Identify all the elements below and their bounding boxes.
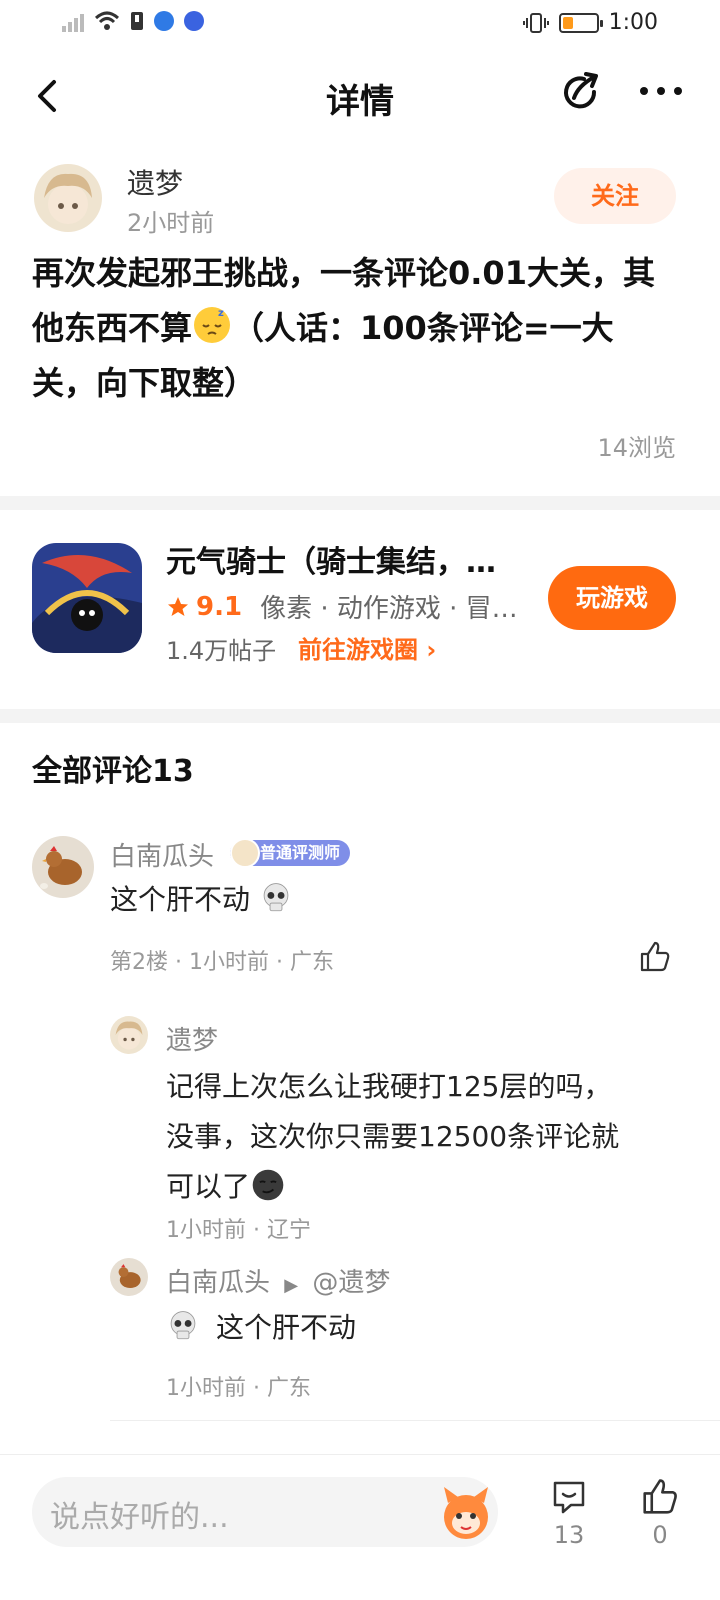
author-name[interactable]: 遗梦 <box>127 162 183 202</box>
page-title: 详情 <box>326 82 394 122</box>
reply-text: 记得上次怎么让我硬打125层的吗， 没事，这次你只需要12500条评论就 可以了 <box>166 1062 619 1212</box>
follow-button[interactable]: 关注 <box>554 168 676 224</box>
like-count: 0 <box>652 1521 668 1549</box>
reply-text-line: 没事，这次你只需要12500条评论就 <box>166 1120 620 1153</box>
browser-app-icon <box>154 11 174 31</box>
post-content: 再次发起邪王挑战，一条评论0.01大关，其他东西不算 z （人话：100条评论=… <box>32 246 672 411</box>
more-options-icon[interactable] <box>636 76 686 106</box>
reply-arrow-icon: ▶ <box>284 1275 299 1296</box>
goto-game-circle-link[interactable]: 前往游戏圈 › <box>298 630 436 665</box>
sim-icon <box>131 12 143 30</box>
music-app-icon <box>184 11 204 31</box>
comment-count: 13 <box>553 1521 585 1549</box>
like-icon[interactable] <box>638 940 672 974</box>
game-rating: 9.1 <box>196 591 243 622</box>
commenter-avatar[interactable] <box>32 836 94 898</box>
play-game-button[interactable]: 玩游戏 <box>548 566 676 630</box>
reply-meta: 1小时前 · 广东 <box>166 1376 311 1401</box>
comment-icon[interactable] <box>549 1477 589 1517</box>
badge-avatar-icon <box>230 838 260 868</box>
game-post-count: 1.4万帖子 <box>166 637 277 665</box>
game-tags: 像素 · 动作游戏 · 冒… <box>260 594 518 624</box>
wifi-icon <box>94 11 120 30</box>
bottom-action-bar: 说点好听的... 13 0 <box>0 1454 720 1600</box>
skull-emoji-icon <box>263 883 289 912</box>
comment-text: 这个肝不动 <box>110 876 293 924</box>
share-icon[interactable] <box>558 70 604 116</box>
reply-target[interactable]: @遗梦 <box>312 1268 390 1298</box>
signal-icon <box>62 10 84 32</box>
status-time: 1:00 <box>608 10 658 35</box>
section-divider <box>0 709 720 723</box>
top-app-bar: 详情 <box>0 52 720 142</box>
comment-input[interactable]: 说点好听的... <box>32 1477 498 1547</box>
reply-text-line: 记得上次怎么让我硬打125层的吗， <box>166 1070 612 1103</box>
game-icon[interactable] <box>32 543 142 653</box>
reply-text-line: 可以了 <box>166 1170 251 1203</box>
sleepy-emoji-icon: z <box>194 307 231 343</box>
reply-author-name: 白南瓜头 ▶ @遗梦 <box>166 1262 390 1299</box>
comment-meta: 第2楼 · 1小时前 · 广东 <box>110 950 334 975</box>
battery-icon <box>558 12 603 33</box>
like-icon[interactable] <box>640 1477 680 1517</box>
author-avatar[interactable] <box>34 164 102 232</box>
reply-text: 这个肝不动 <box>166 1304 356 1352</box>
reply-author[interactable]: 白南瓜头 <box>166 1268 270 1298</box>
reviewer-badge: 普通评测师 <box>230 838 351 868</box>
post-time: 2小时前 <box>127 209 215 237</box>
view-count: 14浏览 <box>597 434 676 462</box>
game-title[interactable]: 元气骑士（骑士集结，… <box>166 537 506 581</box>
comment-text-body: 这个肝不动 <box>110 883 251 916</box>
reply-avatar[interactable] <box>110 1016 148 1054</box>
comment-input-placeholder: 说点好听的... <box>50 1500 229 1535</box>
svg-text:z: z <box>218 308 224 319</box>
skull-emoji-icon <box>170 1311 196 1340</box>
dark-moon-emoji-icon <box>252 1169 284 1201</box>
vibrate-icon <box>522 12 549 33</box>
commenter-name[interactable]: 白南瓜头 <box>110 836 214 873</box>
game-meta: 9.1 像素 · 动作游戏 · 冒… <box>166 588 520 625</box>
badge-label: 普通评测师 <box>260 843 341 862</box>
divider-line <box>110 1420 720 1421</box>
mascot-icon[interactable] <box>436 1483 496 1543</box>
reply-meta: 1小时前 · 辽宁 <box>166 1218 311 1243</box>
reply-author-name[interactable]: 遗梦 <box>166 1020 218 1057</box>
comments-header: 全部评论13 <box>32 754 194 789</box>
star-icon <box>168 596 188 616</box>
status-bar: 1:00 <box>0 0 720 48</box>
reply-text-body: 这个肝不动 <box>216 1311 357 1344</box>
section-divider <box>0 496 720 510</box>
reply-avatar[interactable] <box>110 1258 148 1296</box>
